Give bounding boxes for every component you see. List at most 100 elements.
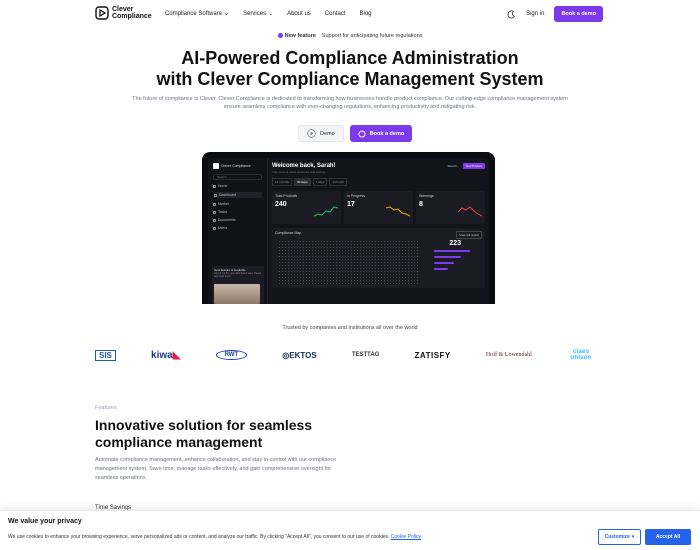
sparkline-icon <box>314 206 338 217</box>
map-title: Compliance Map <box>275 231 302 235</box>
book-demo-hero-label: Book a demo <box>369 130 405 137</box>
tasks-icon <box>213 210 216 214</box>
dashboard-main: Welcome back, Sarah! Your current sales … <box>272 163 485 304</box>
logo-ektos-text: EKTOS <box>289 350 317 360</box>
dashboard-tab: 24 hours <box>329 178 348 186</box>
features-label: Features <box>95 405 117 411</box>
sparkline-icon <box>386 206 410 217</box>
signin-link[interactable]: Sign in <box>526 11 544 17</box>
stat-title: Warnings <box>419 194 434 198</box>
sidebar-item-label: Tasks <box>218 210 227 214</box>
sidebar-item-tasks: Tasks <box>213 210 262 214</box>
sidebar-item-label: Market <box>218 202 229 206</box>
sidebar-feature-card: New feature is available Check out the n… <box>212 266 264 304</box>
dashboard-product-button: Get Product <box>462 163 485 169</box>
dashboard-brand: Clever Compliance <box>221 164 251 168</box>
dashboard-welcome-sub: Your current sales summary and activity. <box>272 170 326 174</box>
nav-link-software[interactable]: Compliance Software ⌄ <box>165 10 230 18</box>
sidebar-item-dashboard: Dashboard <box>213 192 262 198</box>
stat-card-total: Total Products 240 <box>272 191 341 224</box>
brand-name: Clever Compliance <box>112 6 152 20</box>
chevron-down-icon: ⌄ <box>224 11 230 17</box>
laptop-mockup: Clever Compliance Search Home Dashboard … <box>202 152 495 304</box>
customize-label: Customize <box>604 534 630 540</box>
stat-title: Total Products <box>275 194 298 198</box>
badge-label: New feature <box>284 33 316 39</box>
logo-icon <box>213 163 219 169</box>
sidebar-item-label: Home <box>218 184 228 188</box>
cookie-text-body: We use cookies to enhance your browsing … <box>8 534 390 540</box>
top-nav: Clever Compliance Compliance Software ⌄ S… <box>0 0 700 30</box>
hero-title-line1: AI-Powered Compliance Administration <box>181 48 519 68</box>
users-icon <box>213 226 216 230</box>
logo-sis: SIS <box>95 349 116 361</box>
trusted-text: Trusted by companies and institutions al… <box>282 325 418 331</box>
brand-logo[interactable]: Clever Compliance <box>95 6 152 20</box>
dashboard-tab: 30 days <box>294 178 311 186</box>
map-value: 223 <box>449 240 461 247</box>
sidebar-item-users: Users <box>213 226 262 230</box>
hero-title: AI-Powered Compliance Administration wit… <box>0 48 700 90</box>
logo-zatisfy: ZATISFY <box>414 350 451 360</box>
sidebar-item-documents: Documents <box>213 218 262 222</box>
features-title: Innovative solution for seamless complia… <box>95 417 313 450</box>
nav-links: Compliance Software ⌄ Services ⌄ About us … <box>165 10 372 18</box>
circle-icon <box>358 129 366 138</box>
logo-testtag: TESTTAG <box>351 352 380 358</box>
dashboard-tab: 7 days <box>312 178 328 186</box>
flag-icon: ◣ <box>172 349 181 361</box>
nav-link-software-label: Compliance Software <box>165 10 223 17</box>
chevron-down-icon: ▾ <box>631 534 635 540</box>
hero-subtitle: The future of compliance is Clever. Clev… <box>132 96 568 110</box>
nav-link-services[interactable]: Services ⌄ <box>243 10 274 18</box>
demo-button-label: Demo <box>320 130 335 137</box>
sidebar-item-market: Market <box>213 202 262 206</box>
world-map <box>278 240 418 285</box>
cookie-text: We use cookies to enhance your browsing … <box>8 534 421 540</box>
nav-actions: Sign in Book a demo <box>507 6 603 22</box>
logo-rwt: RWT <box>215 350 248 360</box>
cookie-title: We value your privacy <box>8 518 82 525</box>
moon-icon[interactable] <box>507 10 516 19</box>
sidebar-item-label: Documents <box>218 218 236 222</box>
book-demo-nav-button[interactable]: Book a demo <box>554 6 603 22</box>
dashboard-sidebar: Clever Compliance Search Home Dashboard … <box>208 158 268 304</box>
play-icon <box>307 129 316 138</box>
dashboard-stats: Total Products 240 In Progress 17 Warnin… <box>272 191 485 224</box>
dashboard-logo: Clever Compliance <box>213 163 262 169</box>
stat-card-warnings: Warnings 8 <box>416 191 485 224</box>
chevron-down-icon: ⌄ <box>268 11 274 17</box>
person-photo <box>214 284 260 304</box>
features-text: Automate compliance management, enhance … <box>95 457 337 481</box>
home-icon <box>213 184 216 188</box>
hero-title-line2: with Clever Compliance Management System <box>156 69 544 89</box>
stat-title: In Progress <box>347 194 365 198</box>
nav-link-services-label: Services <box>243 10 267 17</box>
map-bars <box>434 250 479 274</box>
logo-hoff: Hoff & Lowendahl <box>485 352 532 358</box>
cookie-policy-link[interactable]: Cookie Policy <box>391 534 421 540</box>
sidebar-item-home: Home <box>213 184 262 188</box>
logo-kiwa: kiwa◣ <box>151 350 180 361</box>
logo-claes-ohlson: claes ohlson <box>570 348 592 361</box>
dashboard-tabs: 12 months 30 days 7 days 24 hours <box>272 178 485 186</box>
dashboard-search-button: Search <box>447 164 457 168</box>
stat-card-progress: In Progress 17 <box>344 191 413 224</box>
customize-button[interactable]: Customize ▾ <box>598 529 641 545</box>
logo-kiwa-text: kiwa <box>151 349 173 361</box>
client-logos: SIS kiwa◣ RWT ◎EKTOS TESTTAG ZATISFY Hof… <box>95 348 595 361</box>
nav-link-contact[interactable]: Contact <box>325 10 346 17</box>
logo-icon <box>95 6 109 20</box>
sidebar-item-label: Users <box>218 226 228 230</box>
nav-link-about[interactable]: About us <box>287 10 311 17</box>
map-report-button: View full report <box>456 231 482 239</box>
sparkline-icon <box>458 206 482 217</box>
accept-all-button[interactable]: Accept All <box>645 529 691 545</box>
feature-badge[interactable]: New feature Support for anticipating futu… <box>0 33 700 39</box>
sidebar-item-label: Dashboard <box>219 193 237 197</box>
dashboard-top-actions: Search Get Product <box>444 163 485 169</box>
nav-link-blog[interactable]: Blog <box>359 10 371 17</box>
demo-button[interactable]: Demo <box>298 125 344 142</box>
book-demo-hero-button[interactable]: Book a demo <box>349 125 413 142</box>
hero-cta-row: Demo Book a demo <box>298 125 413 142</box>
